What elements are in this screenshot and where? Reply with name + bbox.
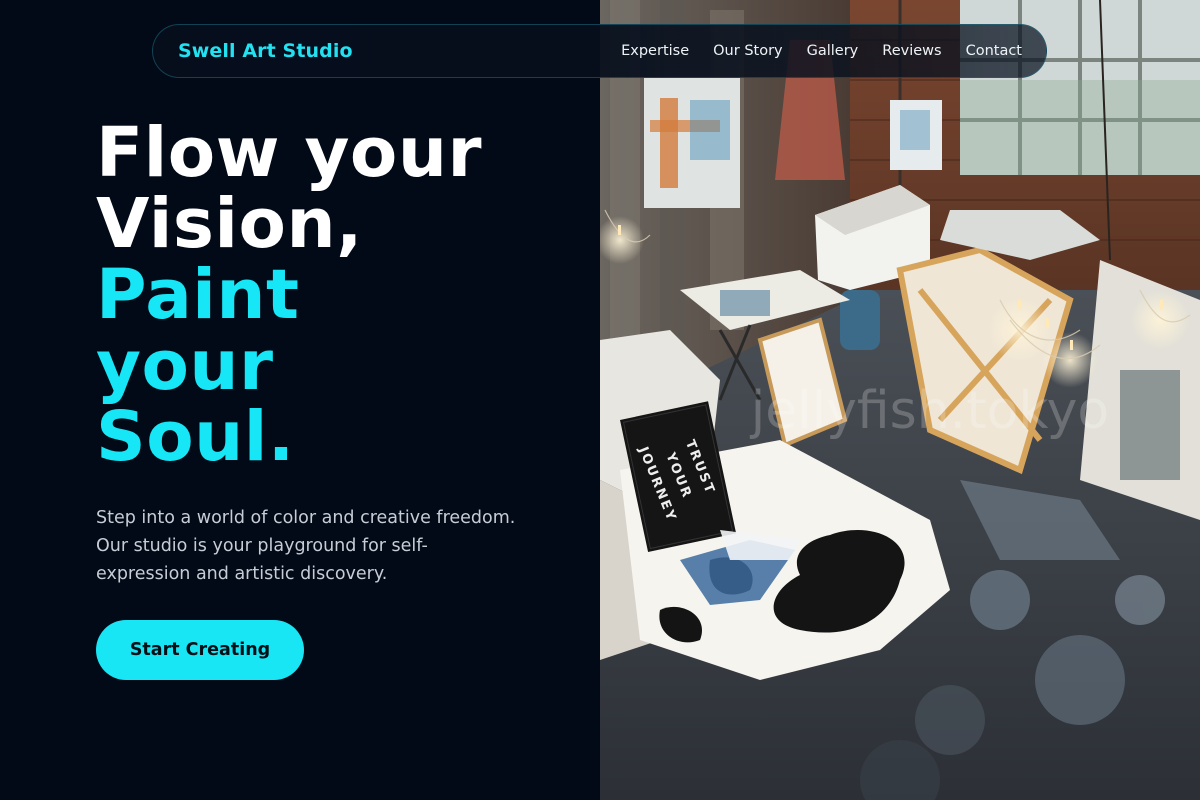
- start-creating-button[interactable]: Start Creating: [96, 620, 304, 680]
- art-studio-photo: TRUST YOUR JOURNEY jellyfish.tokyo: [600, 0, 1200, 800]
- nav-link-contact[interactable]: Contact: [966, 43, 1022, 59]
- headline-line-2: Vision,: [96, 184, 363, 264]
- headline-line-5: Soul.: [96, 397, 295, 477]
- nav-link-gallery[interactable]: Gallery: [807, 43, 859, 59]
- nav-link-reviews[interactable]: Reviews: [882, 43, 941, 59]
- navbar: Swell Art Studio Expertise Our Story Gal…: [152, 24, 1047, 78]
- hero-description: Step into a world of color and creative …: [96, 508, 516, 584]
- landing-page: TRUST YOUR JOURNEY jellyfish.tokyo Swell…: [0, 0, 1200, 800]
- brand-logo[interactable]: Swell Art Studio: [178, 40, 353, 62]
- image-watermark: jellyfish.tokyo: [750, 381, 1110, 441]
- headline-line-4: your: [96, 326, 274, 406]
- hero-headline: Flow your Vision, Paint your Soul.: [96, 118, 566, 473]
- headline-line-3: Paint: [96, 255, 300, 335]
- hero-text: Flow your Vision, Paint your Soul.: [96, 118, 566, 473]
- nav-links: Expertise Our Story Gallery Reviews Cont…: [621, 43, 1022, 59]
- headline-line-1: Flow your: [96, 113, 482, 193]
- nav-link-expertise[interactable]: Expertise: [621, 43, 689, 59]
- nav-link-our-story[interactable]: Our Story: [713, 43, 782, 59]
